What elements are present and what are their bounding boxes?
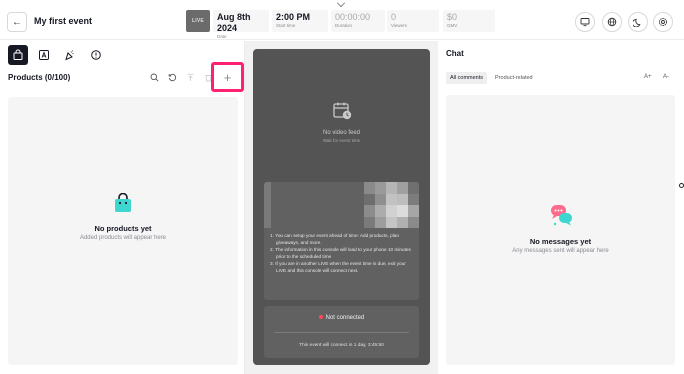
- shopping-bag-illustration-icon: [115, 192, 131, 212]
- chat-empty-state: No messages yet Any messages sent will a…: [446, 95, 675, 365]
- back-button[interactable]: ←: [7, 12, 27, 32]
- arrow-left-icon: ←: [12, 16, 22, 28]
- empty-chat-content: No messages yet Any messages sent will a…: [446, 203, 675, 254]
- tab-celebrate[interactable]: [60, 45, 80, 65]
- connection-status: Not connected: [264, 315, 419, 321]
- setup-info-list: 1. You can setup your event ahead of tim…: [270, 232, 416, 274]
- chat-panel: Chat All comments Product-related A+ A- …: [438, 41, 684, 374]
- search-button[interactable]: [146, 69, 162, 85]
- products-count-header: Products (0/100): [8, 73, 71, 82]
- add-product-button[interactable]: +: [211, 62, 244, 92]
- stat-date-label: Date: [217, 34, 227, 39]
- panel-tabs: [8, 45, 106, 65]
- monitor-icon: [580, 18, 590, 27]
- resize-handle-icon[interactable]: [679, 183, 684, 188]
- empty-products-subtitle: Added products will appear here: [79, 235, 167, 241]
- stat-duration-label: Duration: [335, 23, 353, 28]
- moon-icon: [633, 18, 641, 27]
- tab-all-comments[interactable]: All comments: [446, 72, 488, 84]
- plus-icon: +: [223, 69, 232, 85]
- stat-gmv-value: $0: [447, 12, 458, 22]
- stat-start-time-label: Start time: [276, 23, 296, 28]
- stat-start-time: 2:00 PM Start time: [272, 10, 328, 32]
- thumbnail-label: LIVE: [192, 18, 204, 24]
- chat-bubbles-icon: [550, 205, 572, 226]
- no-video-feed-subtitle: Wait for event time: [322, 138, 361, 143]
- refresh-button[interactable]: [164, 69, 180, 85]
- pin-to-top-icon: [187, 73, 193, 81]
- stat-viewers-label: Viewers: [391, 23, 407, 28]
- connect-countdown: This event will connect in 1 day, 3:45:5…: [299, 343, 384, 348]
- stat-start-time-value: 2:00 PM: [276, 12, 311, 22]
- no-video-feed: No video feed Wait for event time: [253, 101, 430, 143]
- connection-status-label: Not connected: [325, 315, 365, 321]
- pixelated-image-left: [264, 182, 271, 228]
- calendar-clock-icon: [332, 102, 351, 120]
- live-preview-panel: No video feed Wait for event time 1. You…: [245, 41, 438, 374]
- stat-date: Aug 8th 2024 Date: [213, 10, 269, 39]
- settings-button[interactable]: [653, 12, 673, 32]
- event-title: My first event: [34, 16, 93, 26]
- theme-button[interactable]: [628, 12, 648, 32]
- list-item: 2. The information in this console will …: [270, 247, 411, 259]
- stat-viewers-value: 0: [391, 12, 397, 22]
- empty-chat-title: No messages yet: [529, 237, 592, 246]
- connection-status-box: Not connected This event will connect in…: [264, 306, 419, 358]
- tab-product-related[interactable]: Product-related: [491, 72, 537, 84]
- alert-circle-icon: [91, 50, 101, 60]
- stat-duration: 00:00:00 Duration: [331, 10, 385, 32]
- search-icon: [150, 73, 159, 82]
- stat-gmv: $0 GMV: [443, 10, 495, 32]
- empty-chat-subtitle: Any messages sent will appear here: [512, 248, 609, 254]
- tab-auto[interactable]: [34, 45, 54, 65]
- products-empty-state: No products yet Added products will appe…: [8, 97, 238, 365]
- stat-duration-value: 00:00:00: [335, 12, 371, 22]
- list-item: 1. You can setup your event ahead of tim…: [270, 233, 399, 245]
- settings-icon: [658, 17, 668, 27]
- setup-info-box: 1. You can setup your event ahead of tim…: [264, 182, 419, 300]
- party-popper-icon: [65, 50, 74, 61]
- stat-gmv-label: GMV: [447, 23, 458, 28]
- tab-products[interactable]: [8, 45, 28, 65]
- tab-alerts[interactable]: [86, 45, 106, 65]
- language-button[interactable]: [602, 12, 622, 32]
- empty-products-title: No products yet: [94, 224, 152, 233]
- stat-date-value: Aug 8th 2024: [217, 12, 251, 33]
- stat-viewers: 0 Viewers: [387, 10, 439, 32]
- refresh-icon: [168, 73, 176, 81]
- pixelated-image: [364, 182, 419, 228]
- status-dot-icon: [318, 315, 323, 320]
- monitor-button[interactable]: [575, 12, 595, 32]
- chat-title: Chat: [446, 49, 464, 58]
- products-toolbar: [146, 69, 216, 85]
- products-panel: Products (0/100) + No products yet Added…: [0, 41, 245, 374]
- font-increase-button[interactable]: A+: [644, 74, 652, 80]
- list-item: 3. If you are in another LIVE when the e…: [270, 261, 406, 273]
- pin-button[interactable]: [182, 69, 198, 85]
- shopping-bag-icon: [13, 49, 23, 60]
- globe-icon: [607, 17, 617, 27]
- empty-products-content: No products yet Added products will appe…: [8, 192, 238, 241]
- letter-a-icon: [39, 50, 49, 60]
- no-video-feed-title: No video feed: [322, 130, 361, 136]
- event-thumbnail: LIVE: [186, 10, 210, 32]
- phone-preview: No video feed Wait for event time 1. You…: [253, 49, 430, 365]
- top-bar: ← My first event LIVE Aug 8th 2024 Date …: [0, 0, 684, 40]
- font-decrease-button[interactable]: A-: [663, 74, 669, 80]
- chat-filter-tabs: All comments Product-related: [446, 72, 537, 84]
- divider: [274, 332, 409, 333]
